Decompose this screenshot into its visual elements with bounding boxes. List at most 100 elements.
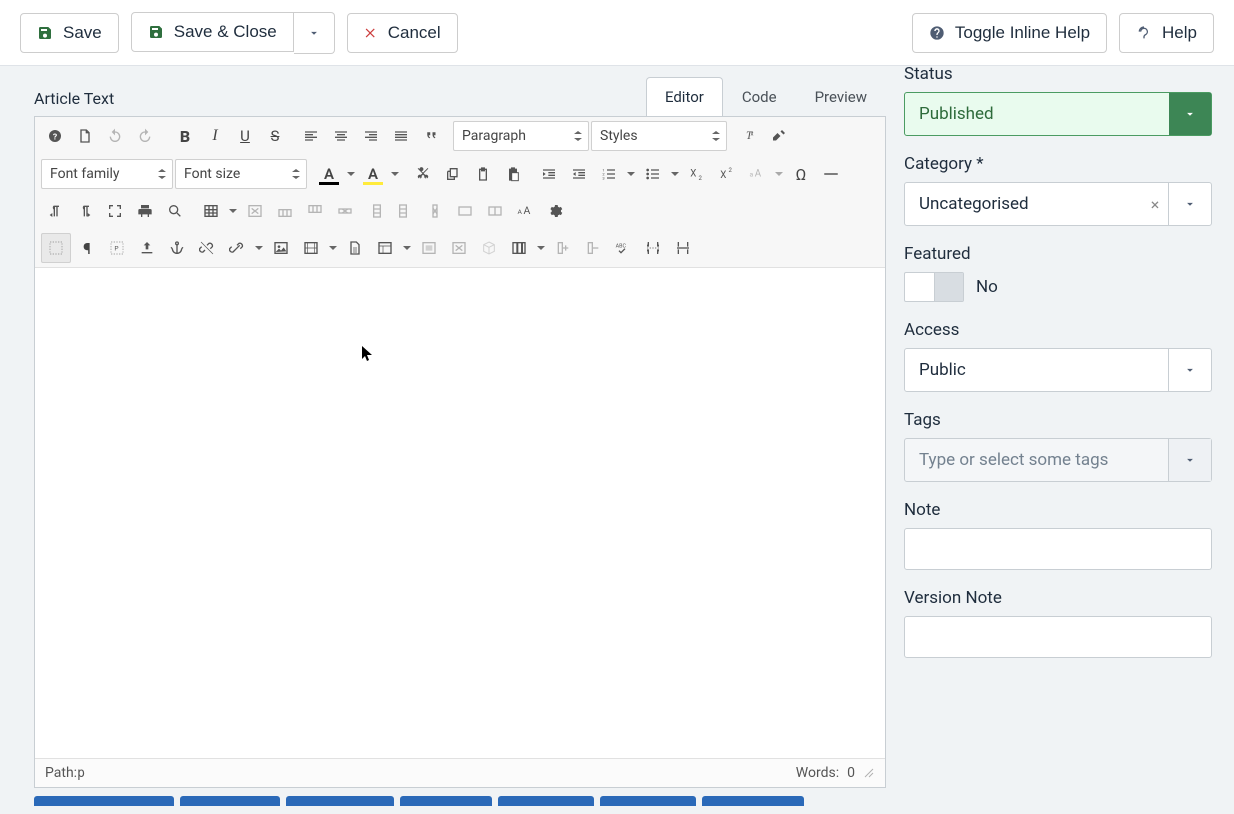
image-icon[interactable] <box>267 234 295 262</box>
help-button[interactable]: Help <box>1119 13 1214 53</box>
bottom-tab[interactable] <box>286 796 394 806</box>
font-family-select[interactable]: Font family <box>41 159 173 189</box>
styles-select[interactable]: Styles <box>591 121 727 151</box>
status-select[interactable]: Published <box>904 92 1212 136</box>
subscript-icon[interactable]: X2 <box>683 160 711 188</box>
unordered-list-dropdown[interactable] <box>669 160 681 188</box>
media-dropdown[interactable] <box>327 234 339 262</box>
bottom-tab[interactable] <box>498 796 594 806</box>
delete-col-icon[interactable] <box>421 197 449 225</box>
tab-code[interactable]: Code <box>723 77 796 116</box>
access-select[interactable]: Public <box>904 348 1212 392</box>
media-icon[interactable] <box>297 234 325 262</box>
align-right-icon[interactable] <box>357 122 385 150</box>
print-icon[interactable] <box>131 197 159 225</box>
bottom-tab[interactable] <box>600 796 696 806</box>
tags-select[interactable]: Type or select some tags <box>904 438 1212 482</box>
table-dropdown[interactable] <box>227 197 239 225</box>
settings-icon[interactable] <box>541 197 569 225</box>
chevron-down-icon[interactable] <box>1168 349 1211 391</box>
case-dropdown[interactable] <box>773 160 785 188</box>
template-icon[interactable] <box>371 234 399 262</box>
underline-icon[interactable]: U <box>231 122 259 150</box>
chevron-down-icon[interactable] <box>1169 93 1211 135</box>
file-icon[interactable] <box>341 234 369 262</box>
clear-category-icon[interactable]: × <box>1142 195 1168 214</box>
row-after-icon[interactable] <box>301 197 329 225</box>
text-color-icon[interactable]: A <box>315 160 343 188</box>
columns-dropdown[interactable] <box>535 234 547 262</box>
category-select[interactable]: Uncategorised × <box>904 182 1212 226</box>
ordered-list-icon[interactable]: 123 <box>595 160 623 188</box>
ordered-list-dropdown[interactable] <box>625 160 637 188</box>
resize-grip-icon[interactable] <box>863 767 875 779</box>
align-left-icon[interactable] <box>297 122 325 150</box>
copy-icon[interactable] <box>439 160 467 188</box>
paragraph-marks-icon[interactable]: ¶ <box>73 234 101 262</box>
merge-cells-icon[interactable] <box>451 197 479 225</box>
pagebreak-icon[interactable] <box>639 234 667 262</box>
italic-icon[interactable]: I <box>201 122 229 150</box>
chevron-down-icon[interactable] <box>1168 439 1211 481</box>
save-button[interactable]: Save <box>20 13 119 53</box>
chevron-down-icon[interactable] <box>1168 183 1211 225</box>
readmore-icon[interactable] <box>669 234 697 262</box>
text-color-dropdown[interactable] <box>345 160 357 188</box>
add-column-icon[interactable] <box>549 234 577 262</box>
align-justify-icon[interactable] <box>387 122 415 150</box>
upload-icon[interactable] <box>133 234 161 262</box>
bold-icon[interactable]: B <box>171 122 199 150</box>
new-document-icon[interactable] <box>71 122 99 150</box>
columns-icon[interactable] <box>505 234 533 262</box>
rtl-icon[interactable] <box>71 197 99 225</box>
remove-column-icon[interactable] <box>579 234 607 262</box>
superscript-icon[interactable]: X2 <box>713 160 741 188</box>
path-element[interactable]: p <box>77 766 85 781</box>
col-after-icon[interactable] <box>391 197 419 225</box>
background-color-dropdown[interactable] <box>389 160 401 188</box>
cube-icon[interactable] <box>475 234 503 262</box>
outdent-icon[interactable] <box>565 160 593 188</box>
nonbreaking-icon[interactable]: P <box>103 234 131 262</box>
paste-icon[interactable] <box>469 160 497 188</box>
delete-table-icon[interactable] <box>241 197 269 225</box>
bottom-tab[interactable] <box>702 796 804 806</box>
cut-icon[interactable] <box>409 160 437 188</box>
link-icon[interactable] <box>223 234 251 262</box>
show-blocks-icon[interactable] <box>41 233 71 263</box>
save-close-button[interactable]: Save & Close <box>131 12 294 52</box>
spellcheck-icon[interactable]: ABC <box>609 234 637 262</box>
save-close-dropdown[interactable] <box>294 12 335 54</box>
horizontal-rule-icon[interactable] <box>817 160 845 188</box>
tab-preview[interactable]: Preview <box>796 77 886 116</box>
redo-icon[interactable] <box>131 122 159 150</box>
col-before-icon[interactable] <box>361 197 389 225</box>
template-dropdown[interactable] <box>401 234 413 262</box>
delete-row-icon[interactable] <box>331 197 359 225</box>
link-dropdown[interactable] <box>253 234 265 262</box>
clear-formatting-icon[interactable]: Tx <box>735 122 763 150</box>
table-icon[interactable] <box>197 197 225 225</box>
background-color-icon[interactable]: A <box>359 160 387 188</box>
tab-editor[interactable]: Editor <box>646 77 723 116</box>
bottom-tab[interactable] <box>180 796 280 806</box>
align-center-icon[interactable] <box>327 122 355 150</box>
bottom-tab[interactable] <box>400 796 492 806</box>
case-icon[interactable]: aA <box>743 160 771 188</box>
featured-toggle[interactable] <box>904 272 964 302</box>
paragraph-select[interactable]: Paragraph <box>453 121 589 151</box>
toggle-inline-help-button[interactable]: Toggle Inline Help <box>912 13 1107 53</box>
paste-text-icon[interactable] <box>499 160 527 188</box>
unordered-list-icon[interactable] <box>639 160 667 188</box>
version-note-input[interactable] <box>904 616 1212 658</box>
anchor-icon[interactable] <box>163 234 191 262</box>
text-style-icon[interactable]: AA <box>511 197 539 225</box>
font-size-select[interactable]: Font size <box>175 159 307 189</box>
unlink-icon[interactable] <box>193 234 221 262</box>
iframe-icon[interactable] <box>415 234 443 262</box>
fullscreen-icon[interactable] <box>101 197 129 225</box>
remove-iframe-icon[interactable] <box>445 234 473 262</box>
blockquote-icon[interactable] <box>417 122 445 150</box>
undo-icon[interactable] <box>101 122 129 150</box>
editor-content-area[interactable] <box>35 268 885 758</box>
